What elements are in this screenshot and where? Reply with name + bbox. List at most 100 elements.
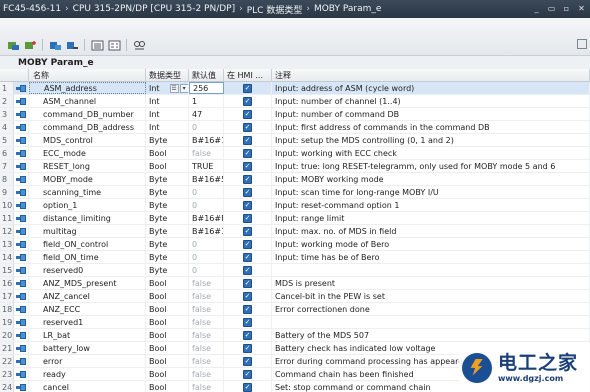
variable-type[interactable]: Bool [146, 290, 189, 302]
checkmark-icon[interactable]: ✓ [243, 161, 252, 171]
variable-type[interactable]: Int ☰ ▾ [146, 82, 189, 94]
row-number[interactable]: 5 [0, 134, 14, 146]
variable-comment[interactable]: Input: setup the MDS controlling (0, 1 a… [272, 134, 590, 146]
variable-name[interactable]: ECC_mode [29, 147, 146, 159]
settings-icon[interactable] [107, 39, 121, 51]
variable-name[interactable]: ready [29, 368, 146, 380]
hmi-visible-checkbox[interactable]: ✓ [224, 238, 272, 250]
variable-comment[interactable]: Input: scan time for long-range MOBY I/U [272, 186, 590, 198]
variable-name[interactable]: reserved1 [29, 316, 146, 328]
variable-name[interactable]: command_DB_address [29, 121, 146, 133]
row-number[interactable]: 3 [0, 108, 14, 120]
variable-comment[interactable]: Input: working mode of Bero [272, 238, 590, 250]
default-value[interactable]: false [189, 355, 224, 367]
variable-name[interactable]: battery_low [29, 342, 146, 354]
default-value[interactable]: 0 [189, 264, 224, 276]
table-row[interactable]: 3 command_DB_number Int 47 ✓ Input: number of… [0, 108, 590, 121]
checkmark-icon[interactable]: ✓ [243, 213, 252, 223]
checkmark-icon[interactable]: ✓ [243, 148, 252, 158]
checkmark-icon[interactable]: ✓ [243, 330, 252, 340]
view-icon[interactable] [90, 39, 104, 51]
hmi-visible-checkbox[interactable]: ✓ [224, 173, 272, 185]
row-number[interactable]: 4 [0, 121, 14, 133]
type-picker[interactable]: ☰ ▾ [169, 83, 188, 93]
row-number[interactable]: 11 [0, 212, 14, 224]
variable-type[interactable]: Bool [146, 303, 189, 315]
variable-name[interactable]: MOBY_mode [29, 173, 146, 185]
row-number[interactable]: 8 [0, 173, 14, 185]
table-row[interactable]: 11 distance_limiting Byte B#16#F ✓ Input: ran… [0, 212, 590, 225]
table-row[interactable]: 15 reserved0 Byte 0 ✓ [0, 264, 590, 277]
collapse-icon[interactable] [65, 39, 79, 51]
variable-comment[interactable]: Error correctionen done [272, 303, 590, 315]
default-value[interactable]: false [189, 277, 224, 289]
row-number[interactable]: 1 [0, 82, 14, 94]
default-value[interactable]: 0 [189, 199, 224, 211]
table-row[interactable]: 1 ASM_address Int ☰ ▾ 256 ✓ Input: address of A… [0, 82, 590, 95]
row-number[interactable]: 6 [0, 147, 14, 159]
table-row[interactable]: 17 ANZ_cancel Bool false ✓ Cancel-bit in the … [0, 290, 590, 303]
col-name-header[interactable]: 名称 [29, 69, 146, 81]
table-row[interactable]: 7 RESET_long Bool TRUE ✓ Input: true: long RE… [0, 160, 590, 173]
default-value[interactable]: B#16#5 [189, 173, 224, 185]
variable-type[interactable]: Bool [146, 277, 189, 289]
default-value[interactable]: 0 [189, 186, 224, 198]
variable-type[interactable]: Bool [146, 355, 189, 367]
checkmark-icon[interactable]: ✓ [243, 96, 252, 106]
table-row[interactable]: 19 reserved1 Bool false ✓ [0, 316, 590, 329]
variable-type[interactable]: Bool [146, 381, 189, 392]
row-number[interactable]: 20 [0, 329, 14, 341]
hmi-visible-checkbox[interactable]: ✓ [224, 264, 272, 276]
expand-icon[interactable] [48, 39, 62, 51]
variable-type[interactable]: Byte [146, 186, 189, 198]
variable-name[interactable]: error [29, 355, 146, 367]
row-number[interactable]: 15 [0, 264, 14, 276]
restore-icon[interactable]: ▭ [545, 2, 558, 14]
checkmark-icon[interactable]: ✓ [243, 187, 252, 197]
row-number[interactable]: 10 [0, 199, 14, 211]
checkmark-icon[interactable]: ✓ [243, 239, 252, 249]
checkmark-icon[interactable]: ✓ [243, 200, 252, 210]
variable-type[interactable]: Byte [146, 173, 189, 185]
variable-comment[interactable]: Input: max. no. of MDS in field [272, 225, 590, 237]
list-icon[interactable]: ☰ [169, 83, 179, 93]
row-number[interactable]: 22 [0, 355, 14, 367]
variable-name[interactable]: ASM_address [29, 82, 146, 94]
checkmark-icon[interactable]: ✓ [243, 109, 252, 119]
variable-name[interactable]: distance_limiting [29, 212, 146, 224]
checkmark-icon[interactable]: ✓ [243, 122, 252, 132]
variable-name[interactable]: ANZ_cancel [29, 290, 146, 302]
variable-name[interactable]: multitag [29, 225, 146, 237]
variable-type[interactable]: Int [146, 95, 189, 107]
hmi-visible-checkbox[interactable]: ✓ [224, 290, 272, 302]
default-value[interactable]: TRUE [189, 160, 224, 172]
variable-comment[interactable] [272, 316, 590, 328]
variable-type[interactable]: Byte [146, 264, 189, 276]
close-icon[interactable]: ✕ [575, 2, 588, 14]
hmi-visible-checkbox[interactable]: ✓ [224, 355, 272, 367]
row-number[interactable]: 23 [0, 368, 14, 380]
hmi-visible-checkbox[interactable]: ✓ [224, 199, 272, 211]
checkmark-icon[interactable]: ✓ [243, 226, 252, 236]
add-row-icon[interactable] [23, 39, 37, 51]
table-row[interactable]: 18 ANZ_ECC Bool false ✓ Error correctionen do… [0, 303, 590, 316]
default-value[interactable]: 1 [189, 95, 224, 107]
variable-type[interactable]: Byte [146, 251, 189, 263]
checkmark-icon[interactable]: ✓ [243, 382, 252, 392]
variable-name[interactable]: scanning_time [29, 186, 146, 198]
table-row[interactable]: 12 multitag Byte B#16#1 ✓ Input: max. no. of … [0, 225, 590, 238]
checkmark-icon[interactable]: ✓ [243, 304, 252, 314]
variable-comment[interactable]: Input: working with ECC check [272, 147, 590, 159]
table-row[interactable]: 6 ECC_mode Bool false ✓ Input: working with E… [0, 147, 590, 160]
variable-comment[interactable]: Input: number of channel (1..4) [272, 95, 590, 107]
hmi-visible-checkbox[interactable]: ✓ [224, 134, 272, 146]
col-default-header[interactable]: 默认值 [189, 69, 224, 81]
default-value[interactable]: B#16#1 [189, 134, 224, 146]
default-value[interactable]: B#16#F [189, 212, 224, 224]
variable-comment[interactable]: Input: MOBY working mode [272, 173, 590, 185]
table-row[interactable]: 4 command_DB_address Int 0 ✓ Input: first add… [0, 121, 590, 134]
default-value[interactable]: false [189, 147, 224, 159]
table-row[interactable]: 20 LR_bat Bool false ✓ Battery of the MDS 507 [0, 329, 590, 342]
hmi-visible-checkbox[interactable]: ✓ [224, 108, 272, 120]
variable-name[interactable]: cancel [29, 381, 146, 392]
